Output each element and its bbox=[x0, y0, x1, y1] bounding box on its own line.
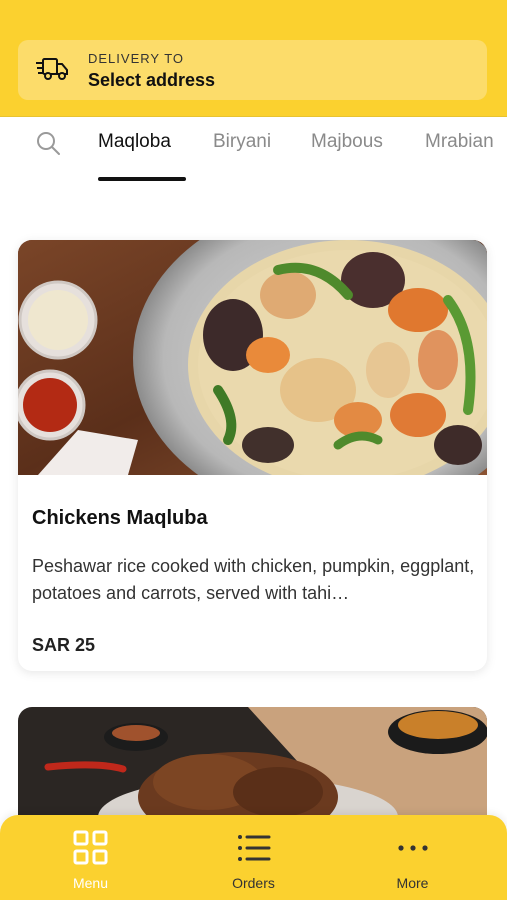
search-icon[interactable] bbox=[34, 129, 64, 159]
list-icon bbox=[238, 835, 271, 861]
active-tab-indicator bbox=[98, 177, 186, 181]
nav-more-label: More bbox=[396, 875, 429, 891]
product-description: Peshawar rice cooked with chicken, pumpk… bbox=[32, 556, 475, 603]
nav-menu-label: Menu bbox=[72, 875, 109, 891]
grid-icon bbox=[73, 830, 108, 865]
nav-more[interactable]: More bbox=[328, 815, 497, 900]
delivery-truck-icon bbox=[36, 58, 68, 80]
nav-menu[interactable]: Menu bbox=[6, 815, 175, 900]
tab-biryani[interactable]: Biryani bbox=[213, 131, 271, 153]
nav-orders[interactable]: Orders bbox=[169, 815, 338, 900]
delivery-address-value[interactable]: Select address bbox=[88, 70, 215, 91]
top-header: DELIVERY TO Select address bbox=[0, 0, 507, 117]
product-card[interactable]: Chickens Maqluba Peshawar rice cooked wi… bbox=[18, 240, 487, 671]
product-price: SAR 25 bbox=[32, 635, 96, 655]
category-tabs: Maqloba Biryani Majbous Mrabian bbox=[0, 117, 507, 187]
more-dots-icon bbox=[398, 845, 428, 851]
tab-mrabian[interactable]: Mrabian bbox=[425, 131, 494, 153]
delivery-label: DELIVERY TO bbox=[88, 51, 185, 66]
product-image bbox=[18, 240, 487, 475]
bottom-navigation: Menu Orders More bbox=[0, 815, 507, 900]
nav-orders-label: Orders bbox=[232, 875, 275, 891]
product-title: Chickens Maqluba bbox=[32, 507, 208, 529]
tab-majbous[interactable]: Majbous bbox=[311, 131, 383, 153]
delivery-address-selector[interactable]: DELIVERY TO Select address bbox=[18, 40, 487, 100]
tab-maqloba[interactable]: Maqloba bbox=[98, 131, 171, 153]
